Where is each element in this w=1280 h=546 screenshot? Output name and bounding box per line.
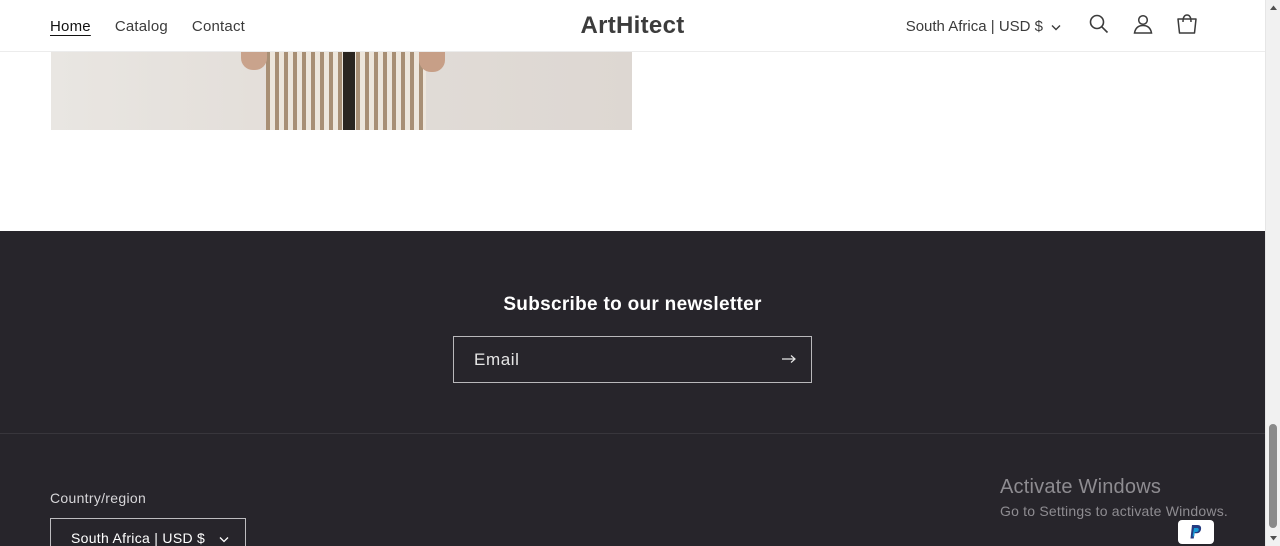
newsletter-form [453, 336, 812, 383]
header-actions: South Africa | USD $ [906, 0, 1209, 52]
region-label: Country/region [50, 490, 147, 506]
cart-button[interactable] [1165, 4, 1209, 48]
nav-catalog-link[interactable]: Catalog [115, 18, 168, 35]
activate-windows-subtitle: Go to Settings to activate Windows. [1000, 503, 1228, 519]
footer-divider [0, 433, 1265, 434]
product-image[interactable] [51, 52, 632, 130]
nav-contact-link[interactable]: Contact [192, 18, 245, 35]
brand-logo[interactable]: ArtHitect [580, 12, 684, 39]
scrollbar-thumb[interactable] [1269, 424, 1277, 528]
pants-shadow-graphic [343, 52, 355, 130]
site-header: Home Catalog Contact ArtHitect South Afr… [0, 0, 1265, 52]
cart-icon [1176, 13, 1198, 40]
chevron-down-icon [219, 530, 229, 546]
paypal-icon [1178, 520, 1214, 544]
activate-windows-watermark: Activate Windows Go to Settings to activ… [1000, 476, 1228, 519]
region-select-value: South Africa | USD $ [71, 530, 206, 546]
subscribe-button[interactable] [767, 337, 811, 382]
account-button[interactable] [1121, 4, 1165, 48]
search-icon [1089, 14, 1109, 39]
nav-home-link[interactable]: Home [50, 18, 91, 35]
main-nav: Home Catalog Contact [50, 0, 269, 52]
email-input[interactable] [454, 349, 767, 370]
page: Home Catalog Contact ArtHitect South Afr… [0, 0, 1265, 546]
scroll-down-arrow-icon[interactable] [1266, 531, 1280, 546]
scroll-up-arrow-icon[interactable] [1266, 0, 1280, 15]
site-footer: Subscribe to our newsletter Country/regi… [0, 231, 1265, 546]
region-select[interactable]: South Africa | USD $ [50, 518, 246, 546]
search-button[interactable] [1077, 4, 1121, 48]
account-icon [1133, 14, 1153, 39]
page-scrollbar[interactable] [1265, 0, 1280, 546]
chevron-down-icon [1051, 18, 1061, 35]
activate-windows-title: Activate Windows [1000, 476, 1162, 498]
country-selector-button[interactable]: South Africa | USD $ [906, 18, 1061, 35]
newsletter-title: Subscribe to our newsletter [503, 294, 762, 315]
country-selector-label: South Africa | USD $ [905, 17, 1043, 35]
arrow-right-icon [781, 351, 797, 369]
